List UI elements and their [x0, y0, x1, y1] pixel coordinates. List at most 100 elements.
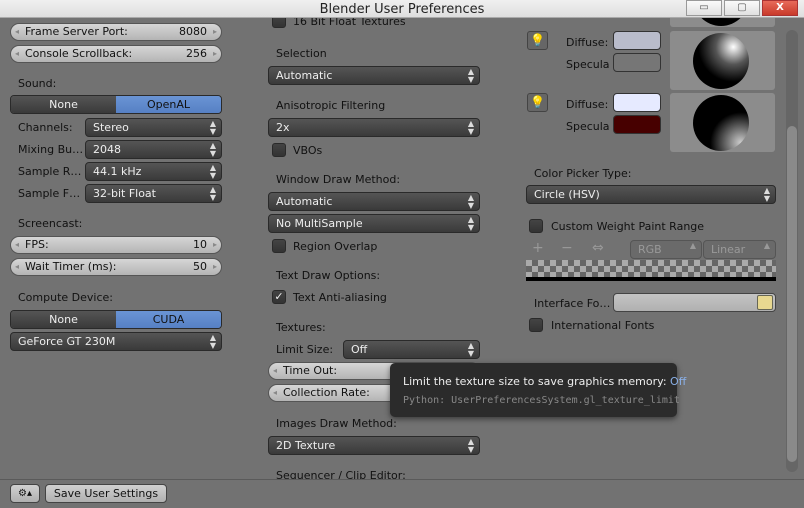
specular-label: Specula [566, 58, 610, 71]
value: Stereo [93, 121, 129, 134]
updown-icon: ▲ ▼ [467, 119, 474, 136]
intl-fonts-checkbox[interactable] [529, 318, 543, 332]
compute-device-toggle[interactable]: None CUDA [10, 310, 222, 329]
updown-icon: ▲ ▼ [209, 333, 216, 350]
vbos-checkbox[interactable] [272, 143, 286, 157]
tooltip-desc: Limit the texture size to save graphics … [403, 375, 671, 388]
value: Circle (HSV) [534, 188, 600, 201]
value: 256 [186, 47, 207, 60]
diffuse-color-swatch[interactable] [613, 93, 661, 112]
screencast-label: Screencast: [18, 217, 83, 230]
sound-none[interactable]: None [11, 96, 116, 113]
window-draw-dropdown[interactable]: Automatic ▲ ▼ [268, 192, 480, 211]
updown-icon: ▲ ▼ [467, 437, 474, 454]
selection-label: Selection [276, 47, 327, 60]
add-icon[interactable]: + [532, 240, 544, 256]
updown-icon: ▲ ▼ [763, 186, 770, 203]
compute-none[interactable]: None [11, 311, 116, 328]
light-bulb-icon[interactable]: 💡 [527, 31, 548, 50]
editor-type-menu[interactable]: ⚙▴ [10, 484, 40, 503]
color-picker-dropdown[interactable]: Circle (HSV) ▲ ▼ [526, 185, 776, 204]
updown-icon: ▲ ▼ [467, 193, 474, 210]
scrollbar-track[interactable] [786, 30, 798, 472]
label: Collection Rate: [283, 386, 370, 399]
label: Console Scrollback: [25, 47, 133, 60]
interface-font-field[interactable] [613, 293, 776, 312]
value: 2D Texture [276, 439, 336, 452]
close-button[interactable]: X [762, 0, 798, 16]
label: FPS: [25, 238, 49, 251]
light-bulb-icon[interactable]: 💡 [527, 93, 548, 112]
limit-size-label: Limit Size: [276, 343, 334, 356]
aniso-dropdown[interactable]: 2x ▲ ▼ [268, 118, 480, 137]
window-draw-label: Window Draw Method: [276, 173, 401, 186]
specular-color-swatch[interactable] [613, 115, 661, 134]
updown-icon: ▲ ▼ [209, 163, 216, 180]
updown-icon: ▲ ▼ [209, 119, 216, 136]
value: 10 [193, 238, 207, 251]
value: Off [351, 343, 368, 356]
console-scrollback-field[interactable]: Console Scrollback: 256 [10, 45, 222, 63]
compute-cuda[interactable]: CUDA [116, 311, 221, 328]
updown-icon: ▲ ▼ [467, 67, 474, 84]
value: 8080 [179, 25, 207, 38]
specular-label: Specula [566, 120, 610, 133]
arrow-icon: ▲ [689, 241, 696, 250]
tooltip-text: Limit the texture size to save graphics … [403, 375, 686, 388]
tooltip-value: Off [670, 375, 687, 388]
sound-label: Sound: [18, 77, 57, 90]
tooltip-python: Python: UserPreferencesSystem.gl_texture… [403, 395, 680, 406]
wait-timer-field[interactable]: Wait Timer (ms): 50 [10, 258, 222, 276]
multisample-dropdown[interactable]: No MultiSample ▲ ▼ [268, 214, 480, 233]
sample-format-dropdown[interactable]: 32-bit Float ▲ ▼ [85, 184, 222, 203]
diffuse-label: Diffuse: [566, 98, 609, 111]
intl-fonts-label: International Fonts [551, 319, 655, 332]
value: 50 [193, 260, 207, 273]
scrollbar-thumb[interactable] [787, 126, 797, 462]
fps-field[interactable]: FPS: 10 [10, 236, 222, 254]
minimize-button[interactable]: ▭ [686, 0, 722, 16]
selection-dropdown[interactable]: Automatic ▲ ▼ [268, 66, 480, 85]
channels-dropdown[interactable]: Stereo ▲ ▼ [85, 118, 222, 137]
aniso-label: Anisotropic Filtering [276, 99, 386, 112]
color-ramp[interactable] [526, 260, 776, 281]
window-title: Blender User Preferences [319, 2, 485, 17]
value: 2x [276, 121, 290, 134]
images-draw-dropdown[interactable]: 2D Texture ▲ ▼ [268, 436, 480, 455]
specular-color-swatch[interactable] [613, 53, 661, 72]
value: 44.1 kHz [93, 165, 142, 178]
mixing-buffer-dropdown[interactable]: 2048 ▲ ▼ [85, 140, 222, 159]
gpu-dropdown[interactable]: GeForce GT 230M ▲ ▼ [10, 332, 222, 351]
compute-device-label: Compute Device: [18, 291, 113, 304]
weight-range-checkbox[interactable] [529, 219, 543, 233]
sample-rate-dropdown[interactable]: 44.1 kHz ▲ ▼ [85, 162, 222, 181]
frame-server-port-field[interactable]: Frame Server Port: 8080 [10, 23, 222, 41]
value: Automatic [276, 195, 333, 208]
diffuse-color-swatch[interactable] [613, 31, 661, 50]
updown-icon: ▲ ▼ [209, 141, 216, 158]
region-overlap-checkbox[interactable] [272, 239, 286, 253]
flip-icon[interactable]: ⇔ [592, 240, 604, 256]
label: Wait Timer (ms): [25, 260, 117, 273]
limit-size-dropdown[interactable]: Off ▲ ▼ [343, 340, 480, 359]
title-bar: Blender User Preferences ▭ ▢ X [0, 0, 804, 18]
interpolation-dropdown[interactable]: Linear ▲ [703, 240, 776, 259]
sound-openal[interactable]: OpenAL [116, 96, 221, 113]
label: Frame Server Port: [25, 25, 128, 38]
color-mode-dropdown[interactable]: RGB ▲ [630, 240, 702, 259]
label: Time Out: [283, 364, 338, 377]
footer-bar: ⚙▴ Save User Settings [0, 479, 804, 508]
images-draw-label: Images Draw Method: [276, 417, 397, 430]
value: 2048 [93, 143, 121, 156]
region-overlap-label: Region Overlap [293, 240, 378, 253]
folder-icon[interactable] [757, 295, 773, 310]
value: RGB [638, 243, 662, 256]
mixing-buffer-label: Mixing Bu… [18, 143, 84, 156]
remove-icon[interactable]: − [561, 240, 573, 256]
maximize-button[interactable]: ▢ [724, 0, 760, 16]
text-aa-checkbox[interactable]: ✓ [272, 290, 286, 304]
sample-format-label: Sample F… [18, 187, 81, 200]
sound-device-toggle[interactable]: None OpenAL [10, 95, 222, 114]
save-user-settings-button[interactable]: Save User Settings [45, 484, 167, 503]
text-draw-label: Text Draw Options: [276, 269, 381, 282]
